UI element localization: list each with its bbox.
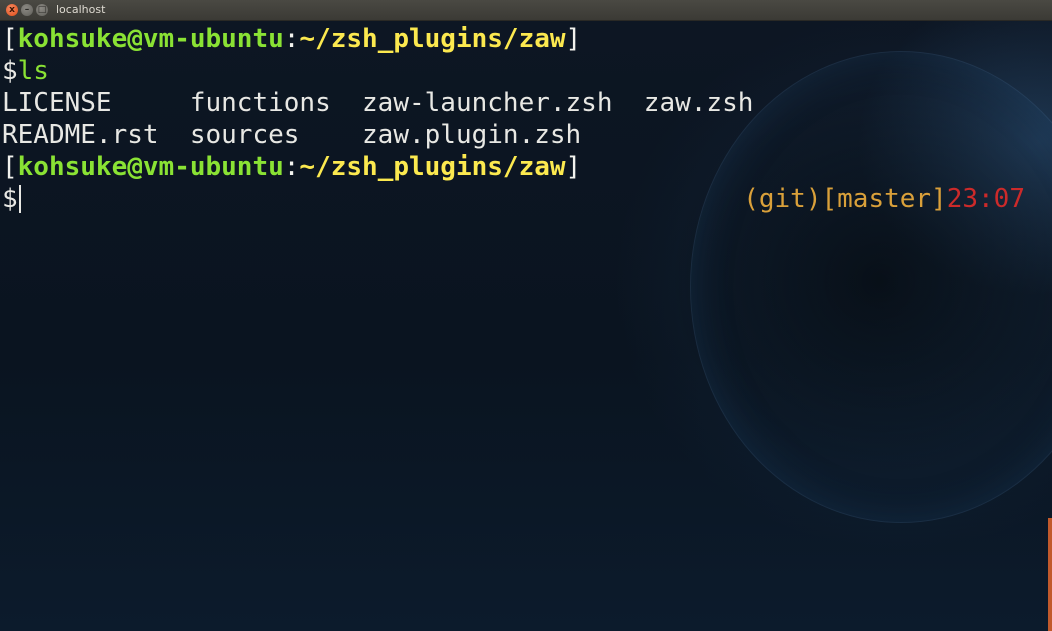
title-bar[interactable]: x – □ localhost bbox=[0, 0, 1052, 21]
terminal-window: x – □ localhost [kohsuke@vm-ubuntu:~/zsh… bbox=[0, 0, 1052, 631]
prompt-symbol: $ bbox=[2, 56, 18, 86]
prompt-symbol: $ bbox=[2, 184, 18, 214]
prompt-path: ~/zsh_plugins/zaw bbox=[299, 152, 566, 182]
prompt-user-host: kohsuke@vm-ubuntu bbox=[17, 152, 284, 182]
ls-output-row: LICENSE functions zaw-launcher.zsh zaw.z… bbox=[2, 87, 753, 119]
ls-entry: LICENSE bbox=[2, 88, 190, 118]
prompt-time: 23:07 bbox=[946, 184, 1025, 214]
prompt-close-bracket: ] bbox=[565, 24, 582, 54]
close-icon: x bbox=[9, 5, 15, 15]
prompt-line: [kohsuke@vm-ubuntu:~/zsh_plugins/zaw] bbox=[2, 151, 581, 183]
prompt-colon: : bbox=[283, 152, 300, 182]
command-text: ls bbox=[17, 56, 49, 86]
prompt-open-bracket: [ bbox=[2, 152, 18, 182]
maximize-button[interactable]: □ bbox=[36, 4, 48, 16]
prompt-path: ~/zsh_plugins/zaw bbox=[299, 24, 566, 54]
minimize-button[interactable]: – bbox=[21, 4, 33, 16]
ls-entry: zaw.plugin.zsh bbox=[362, 120, 582, 150]
ls-entry: sources bbox=[189, 120, 363, 150]
current-input-line[interactable]: $ bbox=[2, 183, 21, 215]
prompt-user-host: kohsuke@vm-ubuntu bbox=[17, 24, 284, 54]
ls-entry: functions bbox=[189, 88, 363, 118]
ls-entry: zaw.zsh bbox=[643, 88, 754, 118]
ls-entry: zaw-launcher.zsh bbox=[362, 88, 644, 118]
minimize-icon: – bbox=[24, 5, 30, 15]
terminal-area[interactable]: [kohsuke@vm-ubuntu:~/zsh_plugins/zaw] $l… bbox=[0, 21, 1052, 631]
close-button[interactable]: x bbox=[6, 4, 18, 16]
right-prompt: (git)[master]23:07 bbox=[743, 183, 1025, 215]
text-cursor bbox=[18, 185, 21, 213]
maximize-icon: □ bbox=[37, 5, 47, 15]
prompt-close-bracket: ] bbox=[565, 152, 582, 182]
vcs-indicator: (git) bbox=[743, 184, 822, 214]
wallpaper-planet bbox=[690, 51, 1052, 523]
git-branch: [master] bbox=[821, 184, 947, 214]
prompt-open-bracket: [ bbox=[2, 24, 18, 54]
prompt-colon: : bbox=[283, 24, 300, 54]
ls-output-row: README.rst sources zaw.plugin.zsh bbox=[2, 119, 581, 151]
prompt-line: [kohsuke@vm-ubuntu:~/zsh_plugins/zaw] bbox=[2, 23, 581, 55]
ls-entry: README.rst bbox=[2, 120, 190, 150]
scrollbar-edge[interactable] bbox=[1048, 518, 1052, 631]
command-line: $ls bbox=[2, 55, 49, 87]
window-title: localhost bbox=[56, 3, 106, 16]
